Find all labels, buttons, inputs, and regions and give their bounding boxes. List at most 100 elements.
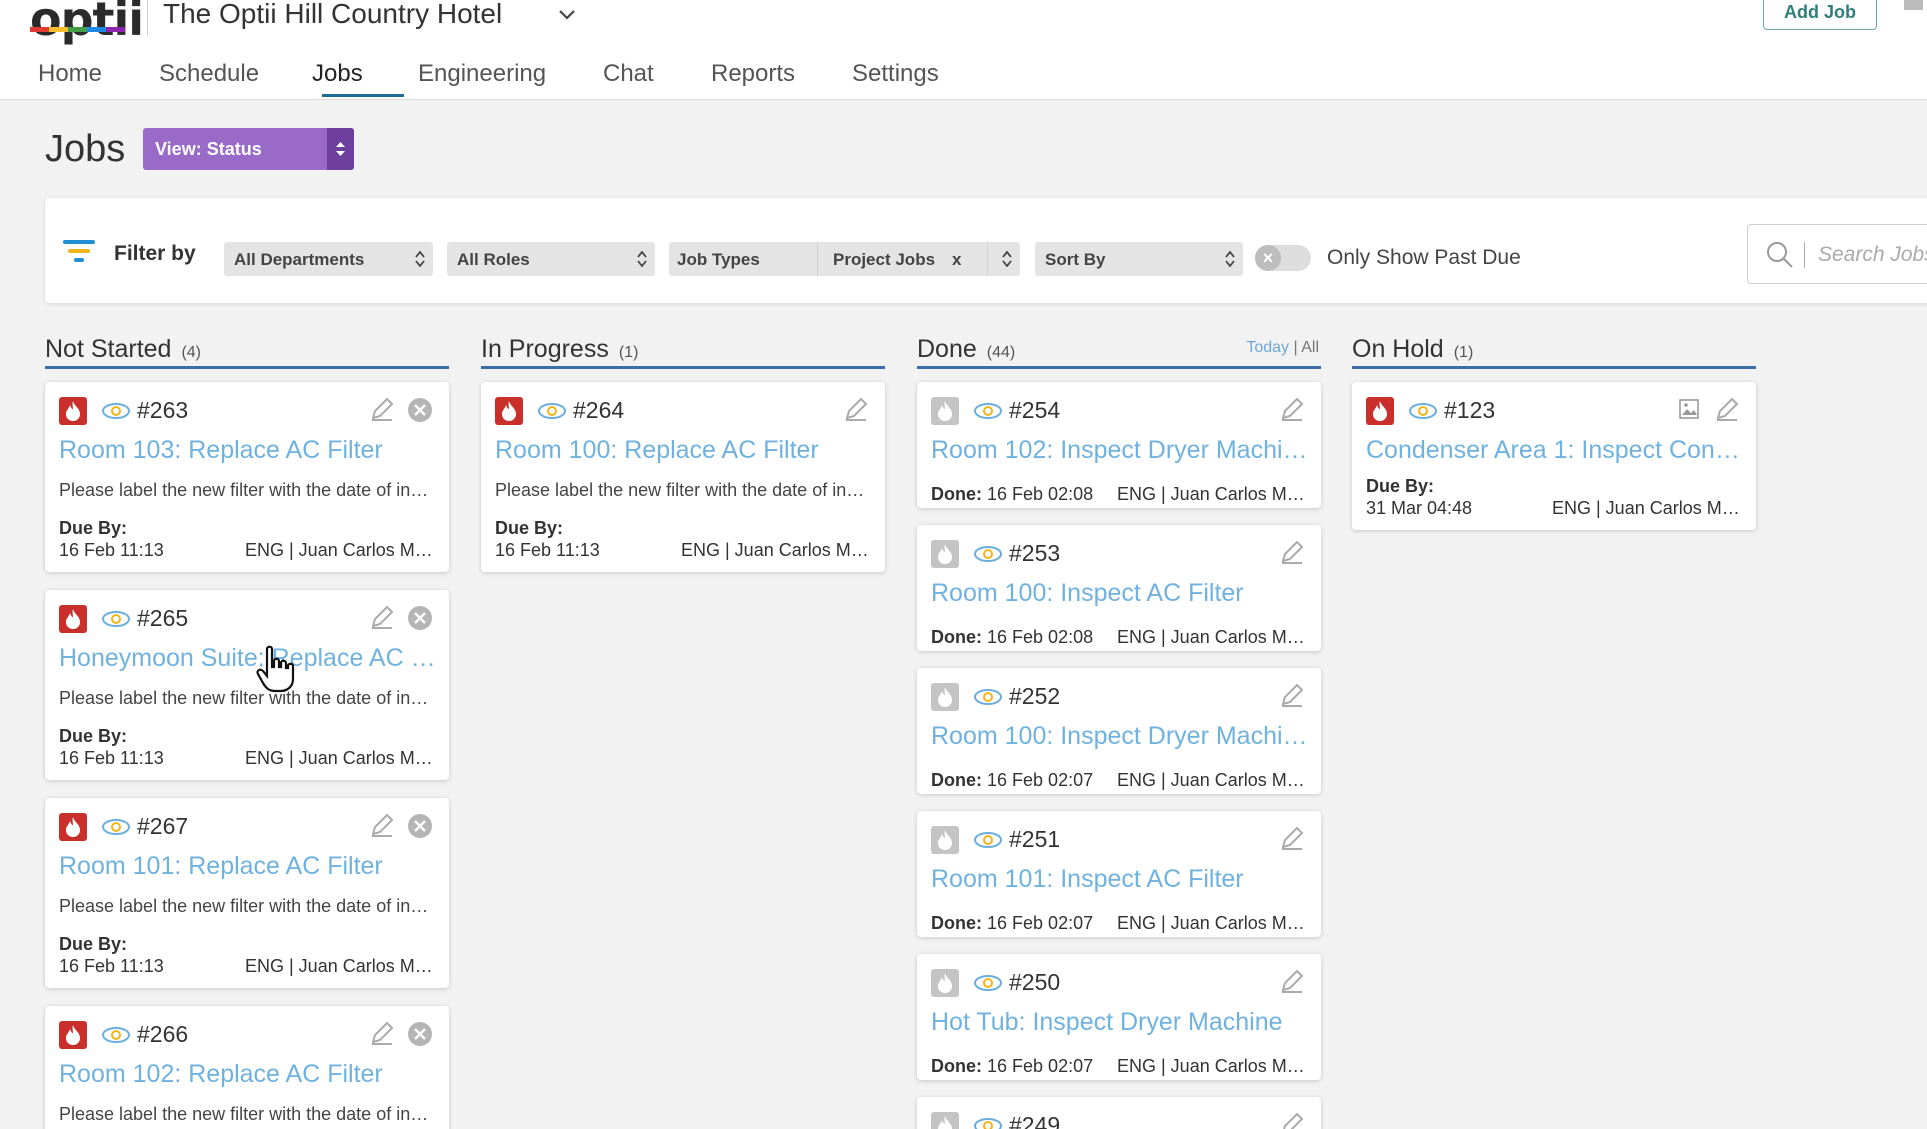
job-card[interactable]: #251 Room 101: Inspect AC Filter Done: 1… — [917, 811, 1321, 937]
column-title: In Progress (1) — [481, 335, 639, 363]
job-number: #254 — [1009, 397, 1061, 423]
job-card[interactable]: #250 Hot Tub: Inspect Dryer Machine Done… — [917, 954, 1321, 1080]
priority-badge — [931, 826, 959, 854]
edit-icon[interactable] — [369, 812, 395, 838]
remove-chip-button[interactable]: x — [952, 250, 961, 270]
edit-icon[interactable] — [1279, 682, 1305, 708]
eye-icon — [1409, 403, 1437, 419]
priority-badge — [59, 397, 87, 425]
departments-select[interactable]: All Departments — [224, 242, 433, 276]
priority-badge — [59, 1021, 87, 1049]
hand-cursor-icon — [256, 645, 295, 693]
search-input[interactable]: Search Jobs — [1818, 243, 1927, 267]
done-time: Done: 16 Feb 02:08 — [931, 484, 1094, 504]
nav-home[interactable]: Home — [38, 60, 102, 88]
job-title[interactable]: Room 100: Replace AC Filter — [495, 436, 873, 465]
edit-icon[interactable] — [1714, 396, 1740, 422]
job-title[interactable]: Room 103: Replace AC Filter — [59, 436, 437, 465]
job-title[interactable]: Room 100: Inspect Dryer Machine — [931, 722, 1309, 751]
job-description: Please label the new filter with the dat… — [495, 480, 873, 500]
assignee: ENG | Juan Carlos Martinez — [245, 956, 435, 976]
eye-icon — [102, 611, 130, 627]
view-select[interactable]: View: Status — [143, 128, 354, 170]
job-title[interactable]: Room 102: Replace AC Filter — [59, 1060, 437, 1089]
due-label: Due By: — [495, 518, 564, 538]
past-due-toggle[interactable]: × — [1255, 245, 1311, 271]
edit-icon[interactable] — [1279, 825, 1305, 851]
hotel-name[interactable]: The Optii Hill Country Hotel — [163, 0, 502, 30]
edit-icon[interactable] — [369, 604, 395, 630]
assignee: ENG | Juan Carlos Martinez — [681, 540, 871, 560]
done-range-links: Today | All — [1246, 339, 1319, 357]
header-divider — [147, 0, 148, 36]
job-card[interactable]: #252 Room 100: Inspect Dryer Machine Don… — [917, 668, 1321, 794]
eye-icon — [102, 1027, 130, 1043]
app-logo[interactable]: optii — [30, 0, 144, 46]
close-icon[interactable] — [407, 1021, 433, 1047]
nav-jobs[interactable]: Jobs — [312, 60, 363, 88]
job-title[interactable]: Condenser Area 1: Inspect Condenser Unit — [1366, 436, 1744, 465]
image-icon[interactable] — [1678, 398, 1700, 420]
notification-bell-icon[interactable] — [1900, 0, 1927, 20]
all-link[interactable]: All — [1301, 339, 1319, 356]
job-card[interactable]: #249 — [917, 1097, 1321, 1129]
flame-icon — [938, 973, 952, 993]
add-job-button[interactable]: Add Job — [1763, 0, 1877, 30]
assignee: ENG | Juan Carlos Martinez — [245, 748, 435, 768]
today-link[interactable]: Today — [1246, 339, 1289, 356]
job-card[interactable]: #267 Room 101: Replace AC Filter Please … — [45, 798, 449, 988]
column-title: On Hold (1) — [1352, 335, 1474, 363]
sort-by-value: Sort By — [1045, 250, 1106, 269]
filter-label: Filter by — [114, 242, 196, 265]
close-icon[interactable] — [407, 397, 433, 423]
sort-by-select[interactable]: Sort By — [1035, 242, 1243, 276]
job-card[interactable]: #254 Room 102: Inspect Dryer Machine Don… — [917, 382, 1321, 508]
nav-settings[interactable]: Settings — [852, 60, 939, 88]
job-number: #266 — [137, 1021, 189, 1047]
job-card[interactable]: #266 Room 102: Replace AC Filter Please … — [45, 1006, 449, 1129]
eye-icon — [974, 403, 1002, 419]
close-icon[interactable] — [407, 813, 433, 839]
edit-icon[interactable] — [369, 396, 395, 422]
done-time: Done: 16 Feb 02:07 — [931, 1056, 1094, 1076]
assignee: ENG | Juan Carlos Martinez — [1117, 913, 1307, 933]
top-bar: optii The Optii Hill Country Hotel Add J… — [0, 0, 1927, 100]
job-number: #265 — [137, 605, 189, 631]
job-title[interactable]: Room 101: Replace AC Filter — [59, 852, 437, 881]
nav-chat[interactable]: Chat — [603, 60, 654, 88]
nav-schedule[interactable]: Schedule — [159, 60, 259, 88]
up-down-arrows-icon — [415, 251, 425, 267]
job-card[interactable]: #265 Honeymoon Suite: Replace AC Filter … — [45, 590, 449, 780]
job-description: Please label the new filter with the dat… — [59, 1104, 437, 1124]
column-not-started: Not Started (4) #263 Room 103: Replace AC… — [45, 335, 449, 1129]
close-icon[interactable] — [407, 605, 433, 631]
edit-icon[interactable] — [1279, 1111, 1305, 1129]
edit-icon[interactable] — [1279, 396, 1305, 422]
job-card[interactable]: #264 Room 100: Replace AC Filter Please … — [481, 382, 885, 572]
nav-reports[interactable]: Reports — [711, 60, 795, 88]
nav-engineering[interactable]: Engineering — [418, 60, 546, 88]
edit-icon[interactable] — [1279, 968, 1305, 994]
logo-color-bar — [30, 27, 125, 32]
job-card[interactable]: #253 Room 100: Inspect AC Filter Done: 1… — [917, 525, 1321, 651]
edit-icon[interactable] — [1279, 539, 1305, 565]
job-title[interactable]: Room 101: Inspect AC Filter — [931, 865, 1309, 894]
column-title: Not Started (4) — [45, 335, 202, 363]
roles-select[interactable]: All Roles — [447, 242, 655, 276]
edit-icon[interactable] — [369, 1020, 395, 1046]
assignee: ENG | Juan Carlos Martinez — [1117, 627, 1307, 647]
priority-badge — [931, 683, 959, 711]
job-title[interactable]: Room 100: Inspect AC Filter — [931, 579, 1309, 608]
edit-icon[interactable] — [843, 396, 869, 422]
priority-badge — [1366, 397, 1394, 425]
job-card[interactable]: #263 Room 103: Replace AC Filter Please … — [45, 382, 449, 572]
job-title[interactable]: Honeymoon Suite: Replace AC Filter — [59, 644, 437, 673]
job-title[interactable]: Room 102: Inspect Dryer Machine — [931, 436, 1309, 465]
search-box[interactable]: Search Jobs — [1747, 224, 1927, 284]
job-types-select[interactable]: Job Types Project Jobs x — [669, 242, 1020, 276]
up-down-arrows-icon — [637, 251, 647, 267]
chevron-down-icon[interactable] — [556, 4, 578, 26]
priority-badge — [495, 397, 523, 425]
job-card[interactable]: #123 Condenser Area 1: Inspect Condenser… — [1352, 382, 1756, 530]
job-title[interactable]: Hot Tub: Inspect Dryer Machine — [931, 1008, 1309, 1037]
